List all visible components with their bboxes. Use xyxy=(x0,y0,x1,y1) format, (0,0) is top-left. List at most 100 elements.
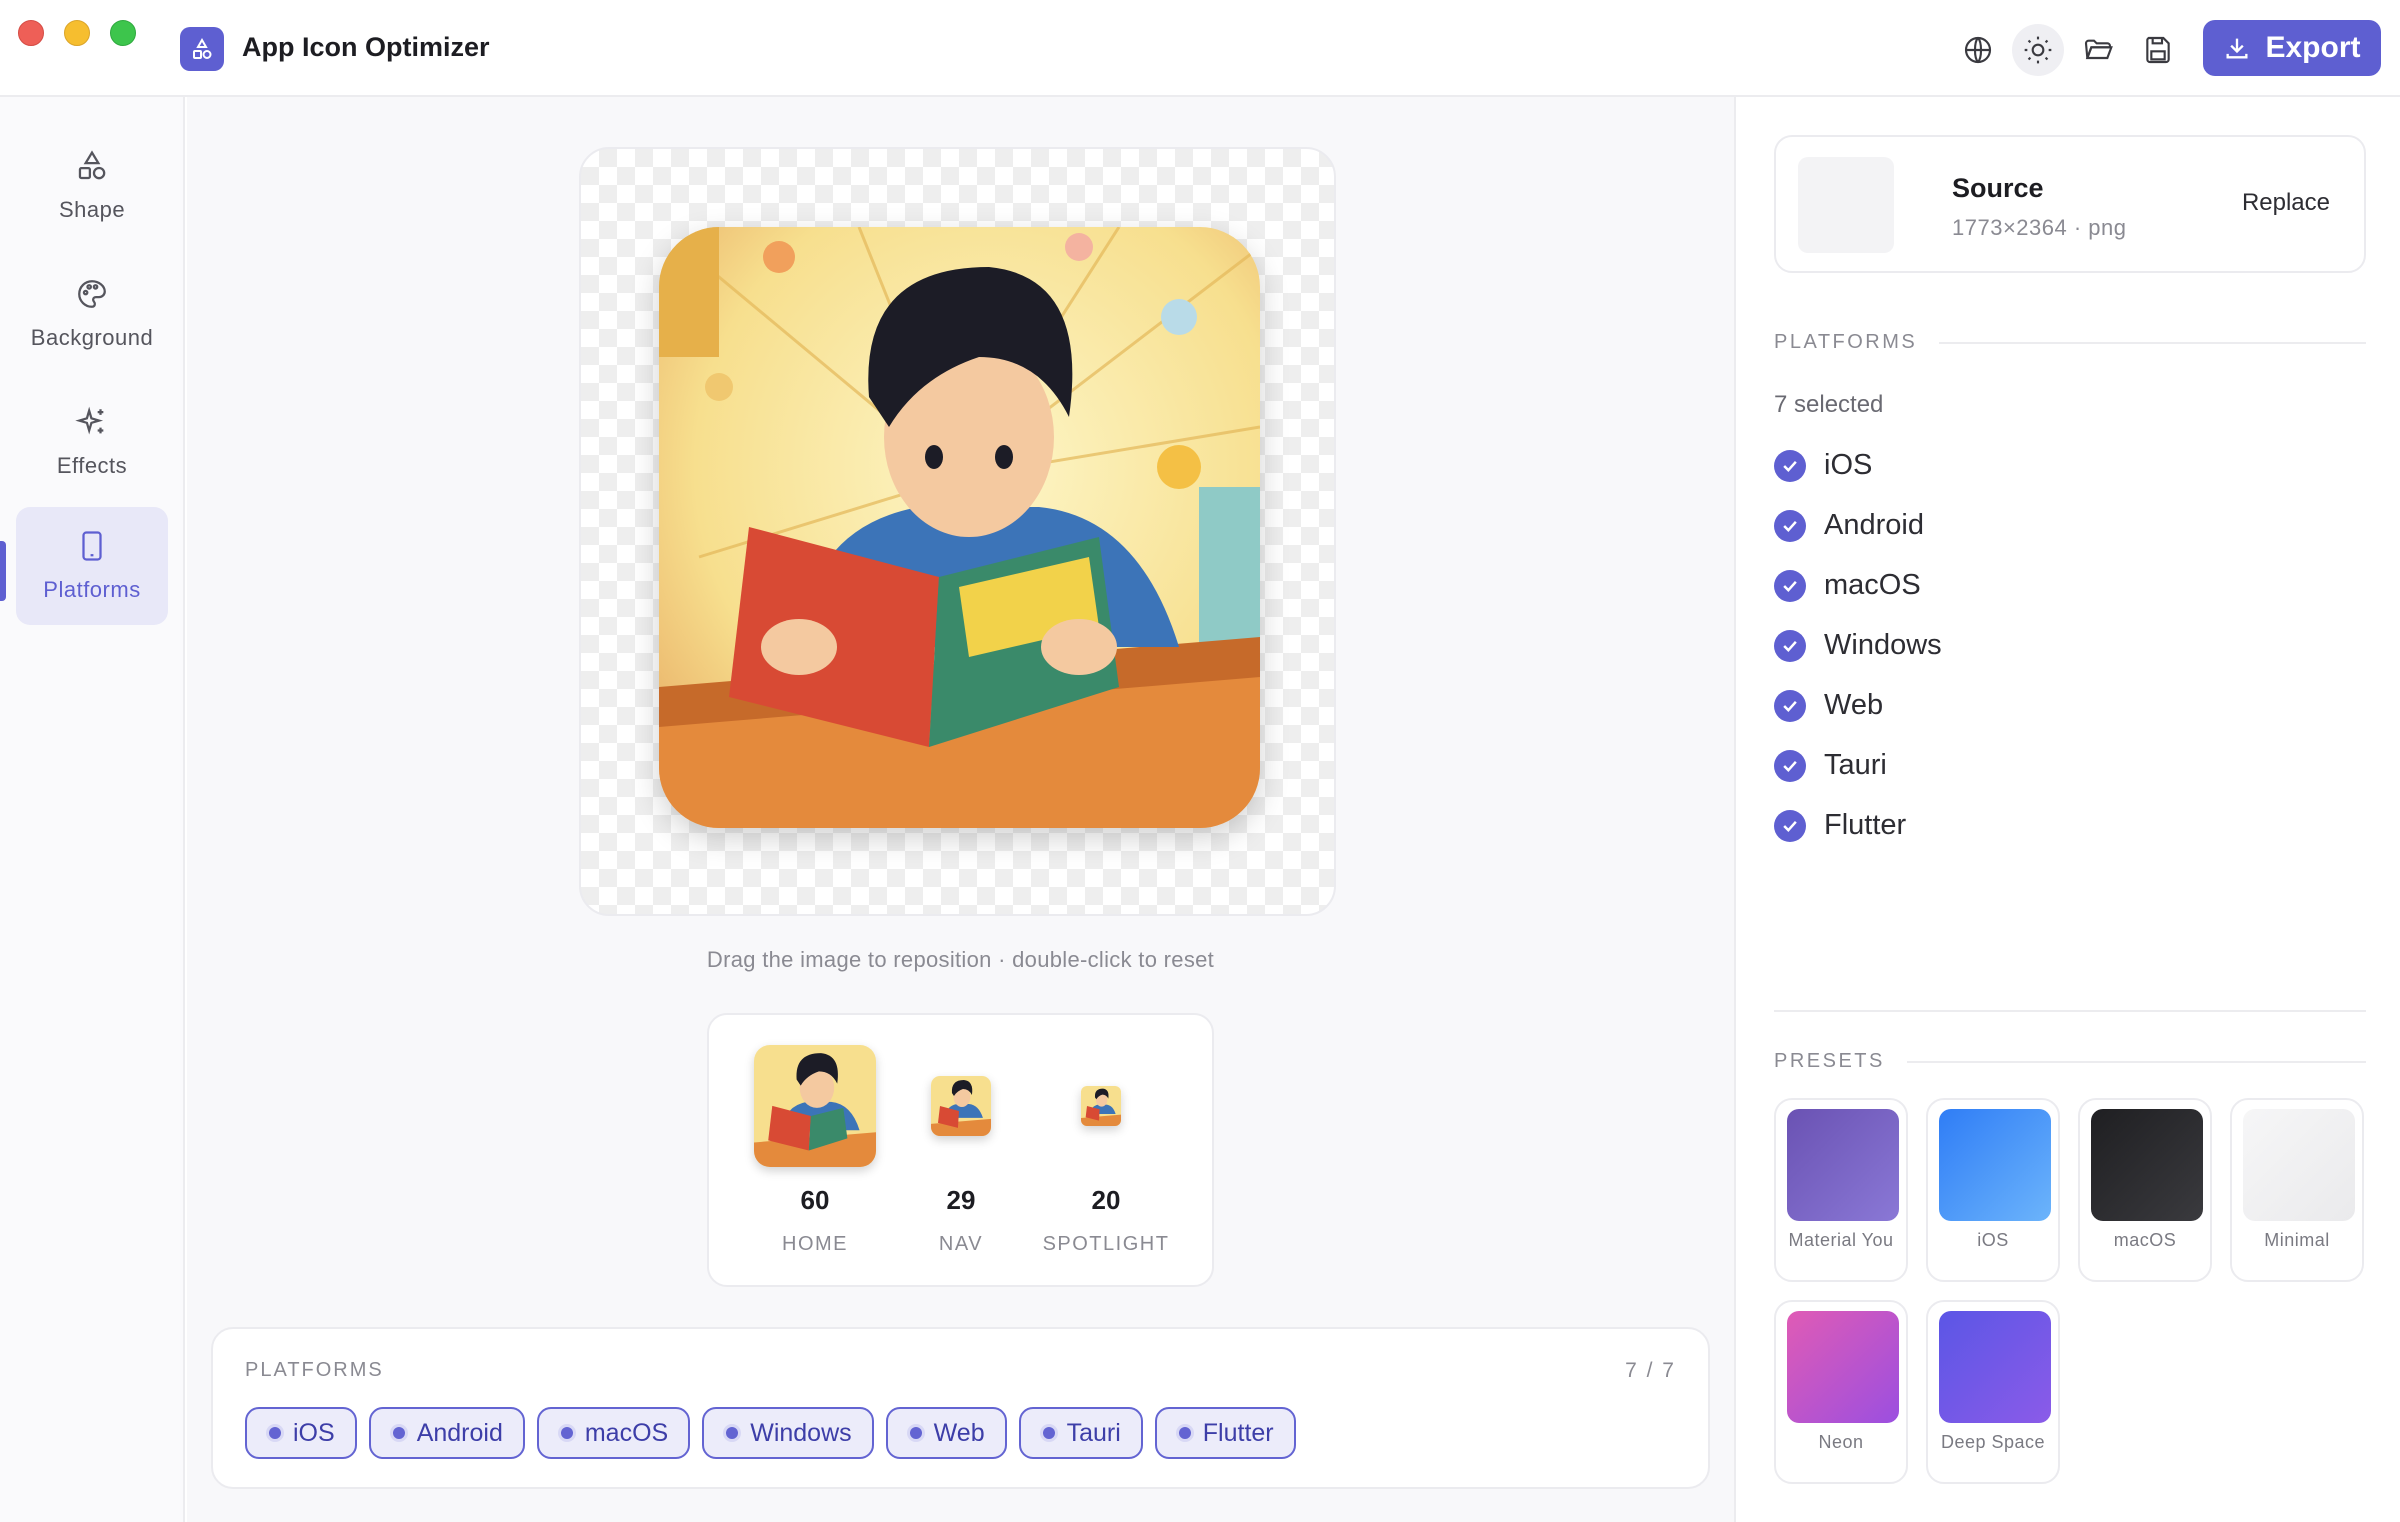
canvas-area: Drag the image to reposition · double-cl… xyxy=(187,97,1734,1522)
platforms-selected-count: 7 selected xyxy=(1774,391,1884,418)
preset-label: Deep Space xyxy=(1940,1432,2046,1452)
chip-dot xyxy=(1042,1427,1055,1439)
download-icon xyxy=(2226,38,2248,59)
reposition-hint: Drag the image to reposition · double-cl… xyxy=(706,947,1215,972)
rail-item-effects[interactable]: Effects xyxy=(16,383,168,501)
size-value-nav: 29 xyxy=(946,1185,976,1215)
size-preview-card: 60 29 20 HOME NAV SPOTLIGHT xyxy=(707,1013,1214,1287)
platform-chip-android[interactable]: Android xyxy=(368,1407,525,1459)
export-button[interactable]: Export xyxy=(2203,20,2381,76)
preset-swatch xyxy=(1939,1109,2051,1221)
preset-label: Material You xyxy=(1788,1230,1894,1250)
icon-canvas[interactable] xyxy=(579,147,1336,916)
size-label-spotlight: SPOTLIGHT xyxy=(1042,1233,1170,1255)
platform-option-macos[interactable]: macOS xyxy=(1774,569,1921,602)
platform-chip-flutter[interactable]: Flutter xyxy=(1154,1407,1296,1459)
preset-swatch xyxy=(2243,1109,2355,1221)
preset-swatch xyxy=(1939,1311,2051,1423)
heading-rule xyxy=(1939,341,2366,344)
check-icon xyxy=(1774,809,1806,842)
title-bar: App Icon Optimizer Export xyxy=(0,0,2400,97)
app-logo-icon xyxy=(180,27,224,71)
platform-option-label: Android xyxy=(1824,509,1924,541)
settings-panel: Source 1773×2364 · png Replace PLATFORMS… xyxy=(1734,97,2400,1522)
preset-minimal[interactable]: Minimal xyxy=(2230,1098,2364,1282)
size-preview-home xyxy=(754,1045,876,1167)
check-icon xyxy=(1774,569,1806,602)
platform-chip-windows[interactable]: Windows xyxy=(702,1407,874,1459)
preset-swatch xyxy=(1787,1311,1899,1423)
preset-deep-space[interactable]: Deep Space xyxy=(1926,1300,2060,1484)
check-icon xyxy=(1774,629,1806,662)
minimize-window-button[interactable] xyxy=(64,20,90,46)
panel-divider xyxy=(1774,1010,2366,1012)
preset-swatch xyxy=(2091,1109,2203,1221)
rail-active-indicator xyxy=(0,541,6,601)
rail-item-platforms[interactable]: Platforms xyxy=(16,507,168,625)
tool-rail: Shape Background Effects Platforms xyxy=(0,97,185,1522)
preset-label: macOS xyxy=(2113,1230,2177,1250)
platform-chip-web[interactable]: Web xyxy=(885,1407,1007,1459)
platform-option-web[interactable]: Web xyxy=(1774,689,1883,722)
export-label: Export xyxy=(2265,31,2361,64)
rail-label-shape: Shape xyxy=(58,197,126,222)
check-icon xyxy=(1774,449,1806,482)
chip-label: macOS xyxy=(584,1418,669,1447)
presets-heading: PRESETS xyxy=(1774,1050,2366,1073)
check-icon xyxy=(1774,509,1806,542)
preset-label: Minimal xyxy=(2264,1230,2330,1250)
check-icon xyxy=(1774,749,1806,782)
size-label-home: HOME xyxy=(782,1233,848,1255)
chip-label: iOS xyxy=(293,1418,335,1447)
folder-icon[interactable] xyxy=(2072,24,2124,76)
icon-preview-image[interactable] xyxy=(659,227,1260,828)
close-window-button[interactable] xyxy=(18,20,44,46)
phone-icon xyxy=(82,531,102,561)
chip-dot xyxy=(1178,1427,1191,1439)
rail-item-background[interactable]: Background xyxy=(16,255,168,373)
size-value-home: 60 xyxy=(800,1185,830,1215)
globe-icon[interactable] xyxy=(1952,24,2004,76)
chip-label: Android xyxy=(416,1418,503,1447)
platform-option-ios[interactable]: iOS xyxy=(1774,449,1872,482)
platform-chips: iOS Android macOS Windows Web Tauri Flut… xyxy=(245,1407,1296,1459)
chip-dot xyxy=(560,1427,573,1439)
platform-option-flutter[interactable]: Flutter xyxy=(1774,809,1906,842)
platform-summary-card: PLATFORMS 7 / 7 iOS Android macOS Window… xyxy=(211,1327,1710,1489)
platform-option-label: macOS xyxy=(1824,569,1921,601)
preset-neon[interactable]: Neon xyxy=(1774,1300,1908,1484)
platform-option-label: Flutter xyxy=(1824,809,1907,841)
shapes-icon xyxy=(78,150,106,180)
preset-material-you[interactable]: Material You xyxy=(1774,1098,1908,1282)
platform-option-tauri[interactable]: Tauri xyxy=(1774,749,1887,782)
platform-option-label: iOS xyxy=(1824,449,1873,481)
platform-option-label: Web xyxy=(1824,689,1884,721)
rail-label-platforms: Platforms xyxy=(43,577,141,602)
source-meta: 1773×2364 · png xyxy=(1952,215,2127,240)
platform-option-android[interactable]: Android xyxy=(1774,509,1924,542)
app-title: App Icon Optimizer xyxy=(242,32,490,62)
sparkles-icon xyxy=(75,406,104,435)
platform-chip-macos[interactable]: macOS xyxy=(536,1407,691,1459)
save-icon[interactable] xyxy=(2132,24,2184,76)
source-title: Source xyxy=(1952,173,2044,203)
preset-ios[interactable]: iOS xyxy=(1926,1098,2060,1282)
replace-button[interactable]: Replace xyxy=(2242,189,2330,217)
zoom-window-button[interactable] xyxy=(110,20,136,46)
sun-icon[interactable] xyxy=(2012,24,2064,76)
platform-chip-ios[interactable]: iOS xyxy=(245,1407,357,1459)
platform-chip-tauri[interactable]: Tauri xyxy=(1018,1407,1143,1459)
size-label-nav: NAV xyxy=(938,1233,984,1255)
chip-label: Flutter xyxy=(1202,1418,1274,1447)
chip-label: Web xyxy=(933,1418,985,1447)
size-preview-spotlight xyxy=(1081,1086,1121,1126)
source-thumbnail xyxy=(1798,157,1894,253)
size-preview-nav xyxy=(931,1076,991,1136)
preset-label: iOS xyxy=(1977,1230,2009,1250)
preset-label: Neon xyxy=(1818,1432,1864,1452)
platform-option-windows[interactable]: Windows xyxy=(1774,629,1942,662)
rail-item-shape[interactable]: Shape xyxy=(16,127,168,245)
preset-macos[interactable]: macOS xyxy=(2078,1098,2212,1282)
chip-dot xyxy=(726,1427,739,1439)
rail-label-background: Background xyxy=(30,325,154,350)
